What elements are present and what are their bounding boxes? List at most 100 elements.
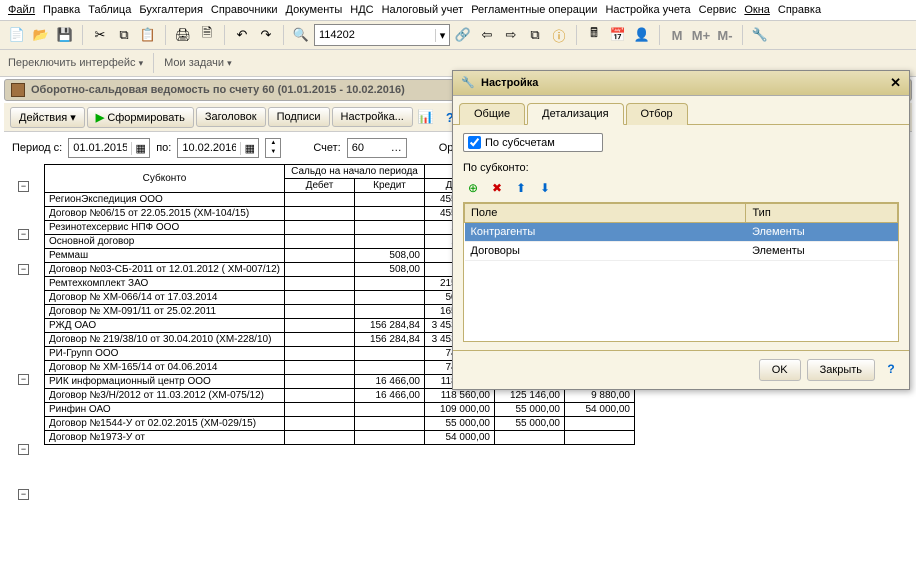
tree-toggle-icon[interactable]: − (18, 229, 29, 240)
copy-icon[interactable]: ⧉ (113, 24, 135, 46)
table-row[interactable]: Договор №1973-У от 54 000,00 (45, 431, 635, 445)
paste-icon[interactable]: 📋 (137, 24, 159, 46)
period-to-label: по: (156, 142, 171, 154)
delete-row-icon[interactable]: ✖ (487, 178, 507, 198)
tree-toggle-icon[interactable]: − (18, 444, 29, 455)
cell-d1 (285, 403, 355, 417)
calc-icon[interactable]: 🖩 (583, 24, 605, 46)
info-icon[interactable]: ⓘ (548, 24, 570, 46)
tree-toggle-icon[interactable]: − (18, 489, 29, 500)
grid-row[interactable]: КонтрагентыЭлементы (465, 223, 898, 242)
grid-cell-type: Элементы (746, 223, 898, 242)
table-row[interactable]: Ринфин ОАО109 000,0055 000,0054 000,00 (45, 403, 635, 417)
ok-button[interactable]: OK (759, 359, 801, 381)
cell-d1 (285, 361, 355, 375)
preview-icon[interactable]: 🗎 (196, 24, 218, 46)
cell-txt: Резинотехсервис НПФ ООО (45, 221, 285, 235)
forward-icon[interactable]: ⇨ (500, 24, 522, 46)
new-doc-icon[interactable]: 📄 (6, 24, 28, 46)
subkonto-grid[interactable]: Поле Тип КонтрагентыЭлементыДоговорыЭлем… (463, 202, 899, 342)
move-down-icon[interactable]: ⬇ (535, 178, 555, 198)
actions-dropdown[interactable]: Действия ▾ (10, 107, 85, 128)
period-spinner[interactable]: ▲▼ (265, 138, 281, 158)
search-box[interactable]: ▾ (314, 24, 450, 46)
menu-vat[interactable]: НДС (350, 4, 373, 16)
calendar-from-icon[interactable]: ▦ (131, 142, 149, 155)
tab-detail[interactable]: Детализация (527, 103, 623, 125)
col-saldo-start: Сальдо на начало периода (285, 165, 425, 179)
period-from-input[interactable]: ▦ (68, 138, 150, 158)
period-to-input[interactable]: ▦ (177, 138, 259, 158)
menu-windows[interactable]: Окна (744, 4, 770, 16)
mem-m-icon[interactable]: M (666, 24, 688, 46)
switch-interface-dropdown[interactable]: Переключить интерфейс ▾ (8, 57, 143, 69)
link-icon[interactable]: 🔗 (452, 24, 474, 46)
cell-k1: 508,00 (355, 249, 425, 263)
settings-dialog: 🔧 Настройка ✕ Общие Детализация Отбор По… (452, 70, 910, 390)
cell-k1 (355, 277, 425, 291)
menu-service[interactable]: Сервис (699, 4, 737, 16)
search-dropdown-icon[interactable]: ▾ (435, 29, 449, 42)
menu-edit[interactable]: Правка (43, 4, 80, 16)
close-button[interactable]: Закрыть (807, 359, 875, 381)
save-icon[interactable]: 💾 (54, 24, 76, 46)
open-icon[interactable]: 📂 (30, 24, 52, 46)
menu-file[interactable]: Файл (8, 4, 35, 16)
tab-general[interactable]: Общие (459, 103, 525, 125)
period-from-field[interactable] (69, 142, 131, 154)
menu-help[interactable]: Справка (778, 4, 821, 16)
move-up-icon[interactable]: ⬆ (511, 178, 531, 198)
menu-references[interactable]: Справочники (211, 4, 278, 16)
cell-k1 (355, 221, 425, 235)
chart-icon[interactable]: 📊 (415, 106, 437, 128)
cell-d2: 54 000,00 (425, 431, 495, 445)
document-icon (11, 83, 25, 97)
cell-d1 (285, 235, 355, 249)
account-field[interactable] (352, 142, 382, 154)
toolbar: 📄 📂 💾 ✂ ⧉ 📋 🖨 🗎 ↶ ↷ 🔍 ▾ 🔗 ⇦ ⇨ ⧉ ⓘ 🖩 📅 👤 … (0, 21, 916, 50)
copy2-icon[interactable]: ⧉ (524, 24, 546, 46)
dialog-close-icon[interactable]: ✕ (890, 75, 901, 91)
menu-accounting[interactable]: Бухгалтерия (139, 4, 203, 16)
cut-icon[interactable]: ✂ (89, 24, 111, 46)
redo-icon[interactable]: ↷ (255, 24, 277, 46)
table-row[interactable]: Договор №1544-У от 02.02.2015 (ХМ-029/15… (45, 417, 635, 431)
add-row-icon[interactable]: ⊕ (463, 178, 483, 198)
calendar-icon[interactable]: 📅 (607, 24, 629, 46)
header-button[interactable]: Заголовок (196, 107, 266, 127)
by-subaccounts-checkbox[interactable]: По субсчетам (463, 133, 603, 152)
tools-icon[interactable]: 🔧 (749, 24, 771, 46)
grid-row[interactable]: ДоговорыЭлементы (465, 242, 898, 261)
cell-txt: Договор №1973-У от (45, 431, 285, 445)
search-input[interactable] (315, 29, 435, 41)
menu-settings[interactable]: Настройка учета (605, 4, 690, 16)
mem-mplus-icon[interactable]: M+ (690, 24, 712, 46)
tree-toggle-icon[interactable]: − (18, 374, 29, 385)
cell-txt: Договор №06/15 от 22.05.2015 (ХМ-104/15) (45, 207, 285, 221)
signatures-button[interactable]: Подписи (268, 107, 330, 127)
tab-filter[interactable]: Отбор (626, 103, 688, 125)
menu-table[interactable]: Таблица (88, 4, 131, 16)
menu-scheduled[interactable]: Регламентные операции (471, 4, 597, 16)
account-input[interactable]: … (347, 138, 407, 158)
cell-k2: 55 000,00 (495, 417, 565, 431)
menu-tax[interactable]: Налоговый учет (382, 4, 464, 16)
period-to-field[interactable] (178, 142, 240, 154)
form-button[interactable]: ▶ Сформировать (87, 107, 194, 128)
my-tasks-dropdown[interactable]: Мои задачи ▾ (164, 57, 232, 69)
account-picker-icon[interactable]: … (391, 142, 402, 154)
dialog-help-icon[interactable]: ? (881, 359, 901, 379)
print-icon[interactable]: 🖨 (172, 24, 194, 46)
mem-mminus-icon[interactable]: M- (714, 24, 736, 46)
find-icon[interactable]: 🔍 (290, 24, 312, 46)
settings-button[interactable]: Настройка... (332, 107, 413, 127)
undo-icon[interactable]: ↶ (231, 24, 253, 46)
tree-toggle-icon[interactable]: − (18, 181, 29, 192)
calendar-to-icon[interactable]: ▦ (240, 142, 258, 155)
menu-documents[interactable]: Документы (286, 4, 343, 16)
back-icon[interactable]: ⇦ (476, 24, 498, 46)
table-row[interactable]: Договор №3/Н/2012 от 11.03.2012 (ХМ-075/… (45, 389, 635, 403)
tree-toggle-icon[interactable]: − (18, 264, 29, 275)
by-subaccounts-input[interactable] (468, 136, 481, 149)
users-icon[interactable]: 👤 (631, 24, 653, 46)
